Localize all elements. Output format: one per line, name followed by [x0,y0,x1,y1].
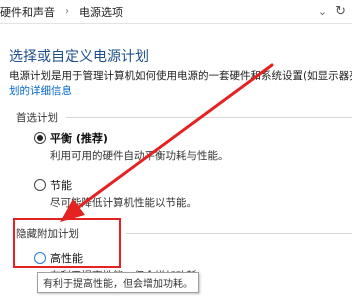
balanced-plan-radio[interactable] [34,132,46,144]
chevron-down-icon[interactable]: ⌄ [310,5,335,18]
page-description: 电源计划是用于管理计算机如何使用电源的一套硬件和系统设置(如显示器亮 划的详细信… [9,69,352,99]
balanced-plan-name[interactable]: 平衡 (推荐) [50,130,108,146]
page-description-line: 电源计划是用于管理计算机如何使用电源的一套硬件和系统设置(如显示器亮 [9,70,352,82]
high-performance-tooltip: 有利于提高性能，但会增加功耗。 [37,272,199,293]
power-saver-plan-radio[interactable] [34,179,46,191]
balanced-plan-description: 利用可用的硬件自动平衡功耗与性能。 [50,150,229,162]
preferred-plans-divider [66,117,352,118]
hidden-plans-divider [126,233,352,234]
power-saver-plan-name[interactable]: 节能 [50,177,72,193]
breadcrumb: 硬件和声音 › 电源选项 ⌄ ↻ [0,0,352,24]
breadcrumb-separator-icon: › [65,6,69,17]
power-options-window: 硬件和声音 › 电源选项 ⌄ ↻ 选择或自定义电源计划 电源计划是用于管理计算机… [0,0,352,296]
plan-details-link[interactable]: 划的详细信息 [9,85,72,97]
annotation-highlight-box [13,218,121,268]
breadcrumb-item-power-options[interactable]: 电源选项 [77,4,125,20]
page-title: 选择或自定义电源计划 [9,49,149,65]
refresh-icon[interactable]: ↻ [335,4,352,19]
breadcrumb-item-hardware-sound[interactable]: 硬件和声音 [0,4,57,20]
power-saver-plan-description: 尽可能降低计算机性能以节能。 [50,197,197,209]
preferred-plans-label: 首选计划 [16,112,58,124]
